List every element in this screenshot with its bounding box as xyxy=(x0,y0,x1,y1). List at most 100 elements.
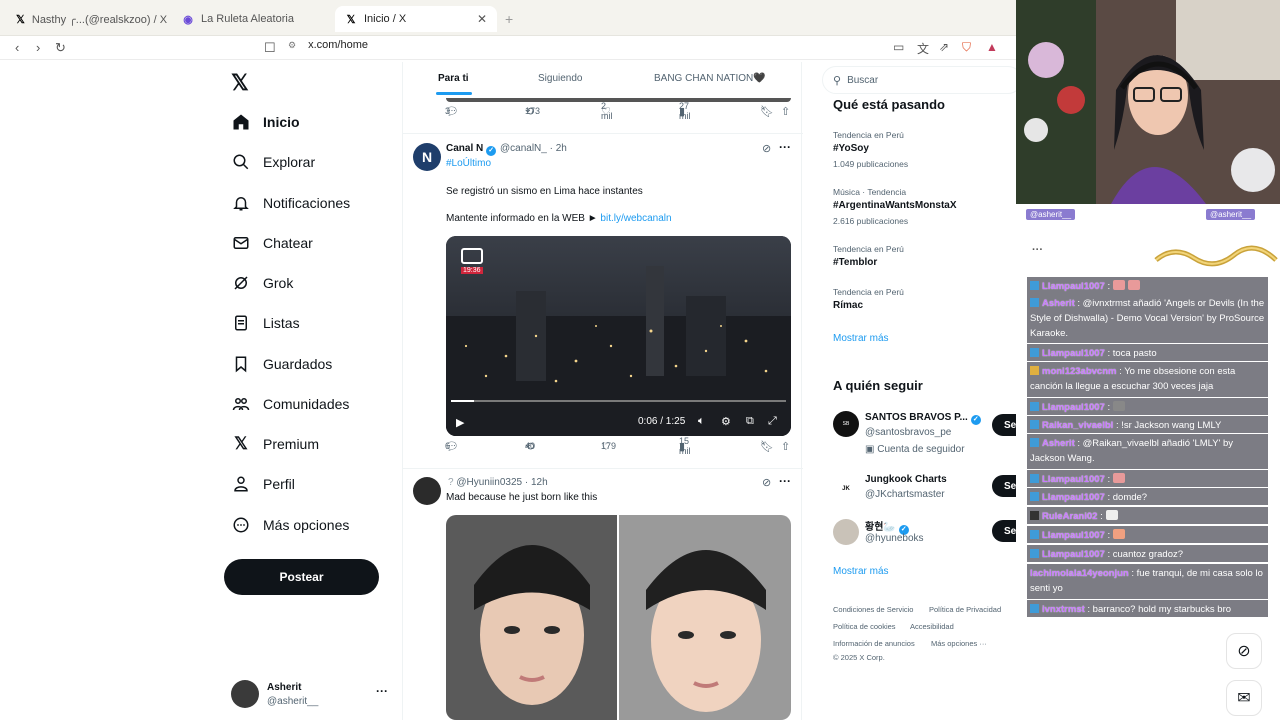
chat-badge-icon xyxy=(1030,366,1039,375)
back-icon[interactable]: ‹ xyxy=(15,40,19,55)
browser-tab-2[interactable]: ◉ La Ruleta Aleatoria xyxy=(172,6,337,32)
grok-icon[interactable]: ⊘ xyxy=(762,476,771,489)
forward-icon[interactable]: › xyxy=(36,40,40,55)
grok-icon[interactable]: ⊘ xyxy=(1226,633,1262,669)
nav-item-explorar[interactable]: Explorar xyxy=(231,150,315,174)
reload-icon[interactable]: ↻ xyxy=(55,40,66,56)
chat-message: Llampaul1007 : xyxy=(1027,277,1268,294)
settings-icon[interactable]: ⚙ xyxy=(721,415,731,428)
tab-para-ti[interactable]: Para ti xyxy=(438,73,469,84)
x-icon: 𝕏 xyxy=(16,13,25,26)
fullscreen-icon[interactable]: ⤢ xyxy=(768,415,777,428)
video-player[interactable]: 19:36 ▶ 0:06 / 1:25 🔈︎ ⚙ ⧉ ⤢ xyxy=(446,236,791,436)
grok-icon[interactable]: ⊘ xyxy=(762,142,771,155)
webcam-feed xyxy=(1016,0,1280,204)
tab-bang-chan-nation[interactable]: BANG CHAN NATION🖤 xyxy=(654,73,766,84)
bookmark-icon: 🔖︎ xyxy=(760,105,774,118)
x-icon: 𝕏 xyxy=(234,434,248,453)
browser-tab-active[interactable]: 𝕏 Inicio / X ✕ xyxy=(335,6,497,32)
translate-icon[interactable]: 文 xyxy=(917,40,929,57)
close-tab-icon[interactable]: ✕ xyxy=(477,12,487,26)
tweet-image[interactable] xyxy=(446,515,791,720)
wheel-icon: ◉ xyxy=(183,13,193,26)
trend-item[interactable]: #YoSoy xyxy=(833,143,869,154)
tweet-text-line2: Mantente informado en la WEB ► bit.ly/we… xyxy=(446,213,672,224)
timeline: Para ti Siguiendo BANG CHAN NATION🖤 💬︎ 3 … xyxy=(402,62,803,720)
trend-item[interactable]: #ArgentinaWantsMonstaX xyxy=(833,200,957,211)
footer-link[interactable]: Condiciones de Servicio xyxy=(833,605,913,614)
who-to-follow-title: A quién seguir xyxy=(833,378,923,393)
canal-n-avatar[interactable]: N xyxy=(413,143,441,171)
chat-badge-icon xyxy=(1030,281,1039,290)
brave-rewards-icon[interactable]: ▲ xyxy=(986,40,998,54)
trend-meta: Música · Tendencia xyxy=(833,187,907,197)
share-icon[interactable]: ⇗ xyxy=(939,40,949,54)
show-more-follow[interactable]: Mostrar más xyxy=(833,566,889,577)
avatar xyxy=(231,680,259,708)
footer-link[interactable]: Política de cookies xyxy=(833,622,896,631)
footer-link[interactable]: Más opciones ··· xyxy=(931,639,987,648)
footer-link[interactable]: Política de Privacidad xyxy=(929,605,1001,614)
trend-item[interactable]: #Temblor xyxy=(833,257,877,268)
footer-link[interactable]: Información de anuncios xyxy=(833,639,915,648)
trend-count: 2.616 publicaciones xyxy=(833,216,909,226)
video-progress-track[interactable] xyxy=(451,400,786,402)
tweet-author-name[interactable]: Canal N ✓ xyxy=(446,143,499,156)
follow-handle: @JKchartsmaster xyxy=(865,489,945,500)
browser-tab-1[interactable]: 𝕏 Nasthy ╭...(@realskzoo) / X xyxy=(6,6,171,32)
pip-icon[interactable]: ⧉ xyxy=(746,415,754,428)
people-icon xyxy=(231,394,251,414)
nav-item-guardados[interactable]: Guardados xyxy=(231,352,332,376)
share-icon: ⇧ xyxy=(781,440,791,453)
nav-item-notificaciones[interactable]: Notificaciones xyxy=(231,191,350,215)
avatar: SB xyxy=(833,411,859,437)
url-field[interactable]: ⚙ x.com/home xyxy=(288,39,368,51)
tab-siguiendo[interactable]: Siguiendo xyxy=(538,73,582,84)
chat-message: Llampaul1007 : xyxy=(1027,470,1268,487)
nav-item-inicio[interactable]: Inicio xyxy=(231,110,300,134)
tweet-actions: 💬︎ 6 ⟲ 40 ♡ 179 ▮ 15 mil 🔖︎ ⇧ xyxy=(445,436,791,456)
trend-item[interactable]: Rímac xyxy=(833,300,863,311)
more-icon[interactable]: ··· xyxy=(779,140,791,154)
brave-shield-icon[interactable]: ⛉ xyxy=(962,40,971,55)
video-progress-fill xyxy=(451,400,475,402)
nav-item-chatear[interactable]: Chatear xyxy=(231,231,313,255)
more-circle-icon xyxy=(231,515,251,535)
volume-icon[interactable]: 🔈︎ xyxy=(698,415,705,428)
footer-link[interactable]: Accesibilidad xyxy=(910,622,954,631)
social-handle-label: @asherit__ xyxy=(1206,209,1256,220)
nav-item-mas-opciones[interactable]: Más opciones xyxy=(231,513,349,537)
hashtag-link[interactable]: #LoÚltimo xyxy=(446,158,491,169)
nav-item-premium[interactable]: 𝕏 Premium xyxy=(231,432,319,456)
follow-name: Jungkook Charts xyxy=(865,474,947,485)
show-more-trends[interactable]: Mostrar más xyxy=(833,333,889,344)
cast-icon[interactable]: ▭ xyxy=(893,40,904,54)
nav-item-comunidades[interactable]: Comunidades xyxy=(231,392,349,416)
x-logo[interactable]: 𝕏 xyxy=(231,70,249,96)
bookmark-page-icon[interactable]: ☐ xyxy=(264,40,276,56)
play-icon[interactable]: ▶ xyxy=(456,416,464,429)
post-button[interactable]: Postear xyxy=(224,559,379,595)
more-icon[interactable]: ··· xyxy=(376,684,388,698)
account-switcher[interactable]: Asherit @asherit__ ··· xyxy=(231,680,391,710)
site-info-icon[interactable]: ⚙ xyxy=(288,40,296,51)
grok-icon xyxy=(231,273,251,293)
search-input[interactable]: ⚲ Buscar xyxy=(822,66,1022,94)
nav-item-grok[interactable]: Grok xyxy=(231,271,293,295)
messages-icon[interactable]: ✉ xyxy=(1226,680,1262,716)
avatar xyxy=(833,519,859,545)
more-icon[interactable]: ··· xyxy=(1032,244,1043,256)
bookmark-icon: 🔖︎ xyxy=(760,440,774,453)
nav-item-perfil[interactable]: Perfil xyxy=(231,472,295,496)
dragon-decoration xyxy=(1154,245,1278,267)
new-tab-button[interactable]: + xyxy=(505,11,513,27)
tweet-link[interactable]: bit.ly/webcanaln xyxy=(600,213,671,224)
bookmark-icon xyxy=(231,354,251,374)
account-handle: @asherit__ xyxy=(267,696,319,707)
search-icon xyxy=(231,152,251,172)
author-avatar[interactable] xyxy=(413,477,441,505)
more-icon[interactable]: ··· xyxy=(779,474,791,488)
tweet-text: Mad because he just born like this xyxy=(446,492,598,503)
nav-item-listas[interactable]: Listas xyxy=(231,311,300,335)
verified-icon: ✓ xyxy=(486,146,497,156)
